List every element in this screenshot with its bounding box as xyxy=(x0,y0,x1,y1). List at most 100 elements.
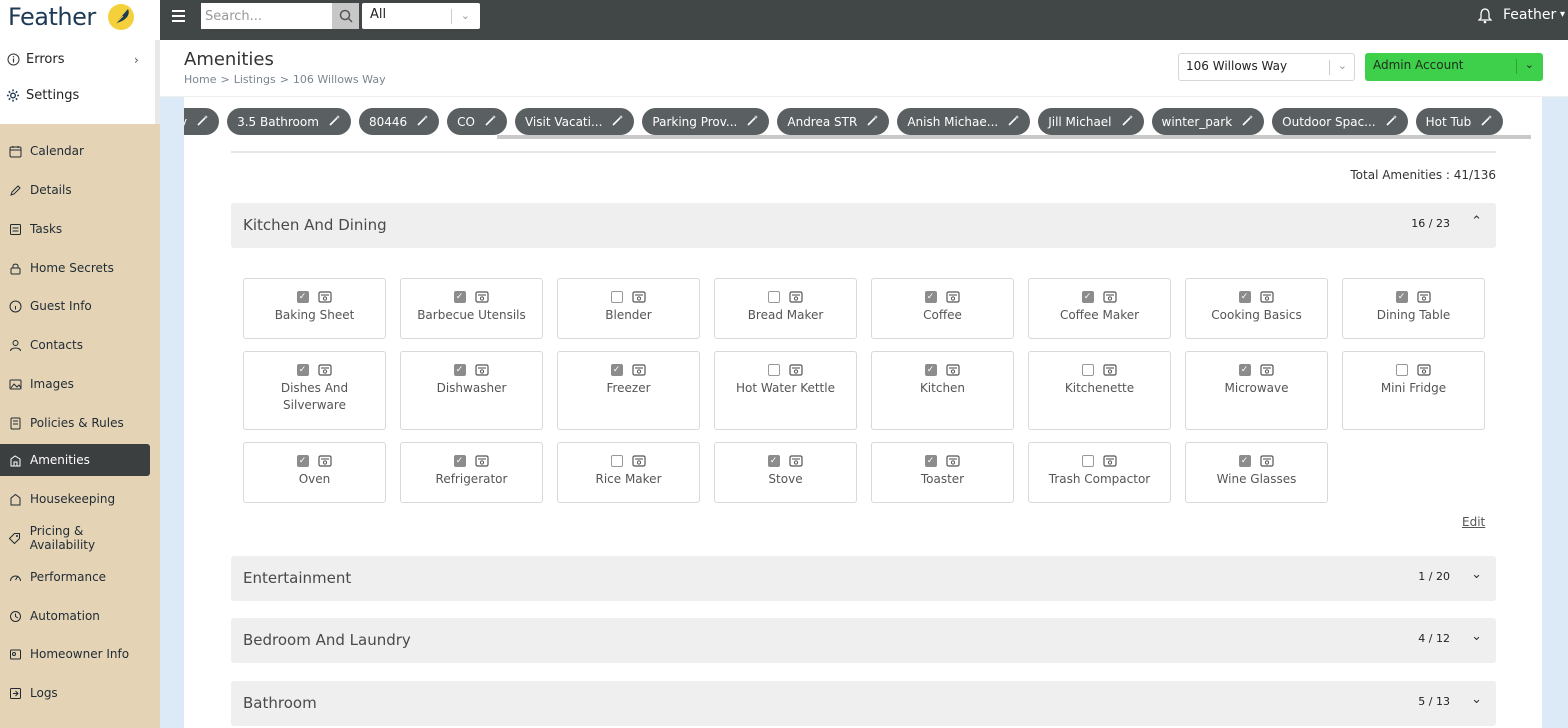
amenity-card[interactable]: Kitchenette xyxy=(1028,351,1171,430)
amenity-checkbox[interactable] xyxy=(1081,455,1094,467)
amenity-card[interactable]: Microwave xyxy=(1185,351,1328,430)
search-icon[interactable] xyxy=(332,3,359,29)
amenity-checkbox[interactable] xyxy=(296,364,309,376)
amenity-card[interactable]: Dishwasher xyxy=(400,351,543,430)
magic-wand-icon[interactable] xyxy=(1121,114,1134,129)
sidebar-item-images[interactable]: Images xyxy=(0,368,150,400)
magic-wand-icon[interactable] xyxy=(1386,114,1398,129)
amenity-card[interactable]: Barbecue Utensils xyxy=(400,278,543,339)
bell-icon[interactable] xyxy=(1477,8,1493,28)
tag-chip[interactable]: Hot Tub xyxy=(1415,108,1504,135)
amenity-card[interactable]: Stove xyxy=(714,442,857,503)
magic-wand-icon[interactable] xyxy=(417,114,429,129)
amenity-card[interactable]: Toaster xyxy=(871,442,1014,503)
magic-wand-icon[interactable] xyxy=(485,114,497,129)
tags-scrollbar[interactable] xyxy=(497,135,1531,139)
sidebar-item-settings[interactable]: Settings xyxy=(6,88,79,103)
search-input[interactable] xyxy=(201,3,332,29)
section-bathroom[interactable]: Bathroom 5 / 13 ⌄ xyxy=(231,681,1496,726)
amenity-card[interactable]: Hot Water Kettle xyxy=(714,351,857,430)
tag-chip[interactable]: Andrea STR xyxy=(777,108,890,135)
amenity-card[interactable]: Blender xyxy=(557,278,700,339)
sidebar-item-errors[interactable]: Errors xyxy=(6,52,64,67)
breadcrumb-listings[interactable]: Listings xyxy=(234,73,276,86)
amenity-card[interactable]: Baking Sheet xyxy=(243,278,386,339)
amenity-card[interactable]: Wine Glasses xyxy=(1185,442,1328,503)
caret-down-icon[interactable]: ▾ xyxy=(1560,9,1565,20)
admin-account-button[interactable]: Admin Account ⌄ xyxy=(1365,53,1543,81)
amenity-card[interactable]: Kitchen xyxy=(871,351,1014,430)
magic-wand-icon[interactable] xyxy=(197,114,209,129)
section-entertainment[interactable]: Entertainment 1 / 20 ⌄ xyxy=(231,556,1496,601)
amenity-card[interactable]: Bread Maker xyxy=(714,278,857,339)
chevron-down-icon[interactable]: ⌄ xyxy=(1471,692,1482,707)
chevron-down-icon[interactable]: ⌄ xyxy=(1471,629,1482,644)
tag-chip[interactable]: Parking Prov... xyxy=(642,108,770,135)
sidebar-item-pricing[interactable]: Pricing & Availability xyxy=(0,522,150,554)
amenity-checkbox[interactable] xyxy=(1395,291,1408,303)
amenity-checkbox[interactable] xyxy=(1395,364,1408,376)
amenity-card[interactable]: Dishes And Silverware xyxy=(243,351,386,430)
sidebar-item-policies[interactable]: Policies & Rules xyxy=(0,407,150,439)
sidebar-item-calendar[interactable]: Calendar xyxy=(0,135,150,167)
tag-chip[interactable]: 80446 xyxy=(358,108,440,135)
chevron-down-icon[interactable]: ⌄ xyxy=(1471,567,1482,582)
amenity-card[interactable]: Refrigerator xyxy=(400,442,543,503)
tag-chip[interactable]: winter_park xyxy=(1151,108,1265,135)
filter-select[interactable]: All ⌄ xyxy=(362,3,480,29)
sidebar-item-automation[interactable]: Automation xyxy=(0,600,150,632)
amenity-checkbox[interactable] xyxy=(1238,455,1251,467)
sidebar-item-logs[interactable]: Logs xyxy=(0,677,150,709)
user-menu[interactable]: Feather xyxy=(1503,7,1556,23)
amenity-card[interactable]: Dining Table xyxy=(1342,278,1485,339)
amenity-card[interactable]: Mini Fridge xyxy=(1342,351,1485,430)
amenity-card[interactable]: Trash Compactor xyxy=(1028,442,1171,503)
amenity-card[interactable]: Cooking Basics xyxy=(1185,278,1328,339)
tag-chip[interactable]: 3.5 Bathroom xyxy=(227,108,351,135)
amenity-checkbox[interactable] xyxy=(296,291,309,303)
amenity-card[interactable]: Freezer xyxy=(557,351,700,430)
tag-chip[interactable]: Anish Michae... xyxy=(897,108,1031,135)
amenity-checkbox[interactable] xyxy=(610,364,623,376)
magic-wand-icon[interactable] xyxy=(1008,114,1020,129)
sidebar-item-housekeeping[interactable]: Housekeeping xyxy=(0,483,150,515)
amenity-checkbox[interactable] xyxy=(610,291,623,303)
listing-select[interactable]: 106 Willows Way ⌄ xyxy=(1178,53,1355,81)
amenity-checkbox[interactable] xyxy=(924,291,937,303)
amenity-card[interactable]: Coffee Maker xyxy=(1028,278,1171,339)
amenity-card[interactable]: Oven xyxy=(243,442,386,503)
amenity-checkbox[interactable] xyxy=(610,455,623,467)
magic-wand-icon[interactable] xyxy=(1481,114,1493,129)
amenity-checkbox[interactable] xyxy=(453,364,466,376)
magic-wand-icon[interactable] xyxy=(612,114,624,129)
sidebar-item-tasks[interactable]: Tasks xyxy=(0,213,150,245)
tag-chip[interactable]: onomy xyxy=(184,108,220,135)
magic-wand-icon[interactable] xyxy=(867,114,879,129)
magic-wand-icon[interactable] xyxy=(329,114,341,129)
section-bedroom-and-laundry[interactable]: Bedroom And Laundry 4 / 12 ⌄ xyxy=(231,618,1496,663)
sidebar-item-guest-info[interactable]: Guest Info xyxy=(0,290,150,322)
amenity-checkbox[interactable] xyxy=(453,455,466,467)
tag-chip[interactable]: Outdoor Spac... xyxy=(1272,108,1408,135)
chevron-up-icon[interactable]: ⌃ xyxy=(1471,214,1482,229)
amenity-checkbox[interactable] xyxy=(1238,364,1251,376)
sidebar-item-amenities[interactable]: Amenities xyxy=(0,444,150,476)
amenity-checkbox[interactable] xyxy=(767,455,780,467)
menu-icon[interactable] xyxy=(172,10,190,24)
tag-chip[interactable]: CO xyxy=(447,108,507,135)
amenity-checkbox[interactable] xyxy=(1238,291,1251,303)
tag-chip[interactable]: Visit Vacati... xyxy=(514,108,635,135)
edit-link[interactable]: Edit xyxy=(1462,515,1485,529)
sidebar-item-details[interactable]: Details xyxy=(0,174,150,206)
section-kitchen-and-dining[interactable]: Kitchen And Dining 16 / 23 ⌃ xyxy=(231,203,1496,248)
amenity-checkbox[interactable] xyxy=(1081,291,1094,303)
sidebar-item-performance[interactable]: Performance xyxy=(0,561,150,593)
tag-chip[interactable]: Jill Michael xyxy=(1038,108,1144,135)
breadcrumb-home[interactable]: Home xyxy=(184,73,216,86)
amenity-checkbox[interactable] xyxy=(453,291,466,303)
magic-wand-icon[interactable] xyxy=(747,114,759,129)
amenity-checkbox[interactable] xyxy=(767,364,780,376)
amenity-card[interactable]: Rice Maker xyxy=(557,442,700,503)
amenity-card[interactable]: Coffee xyxy=(871,278,1014,339)
sidebar-item-home-secrets[interactable]: Home Secrets xyxy=(0,252,150,284)
